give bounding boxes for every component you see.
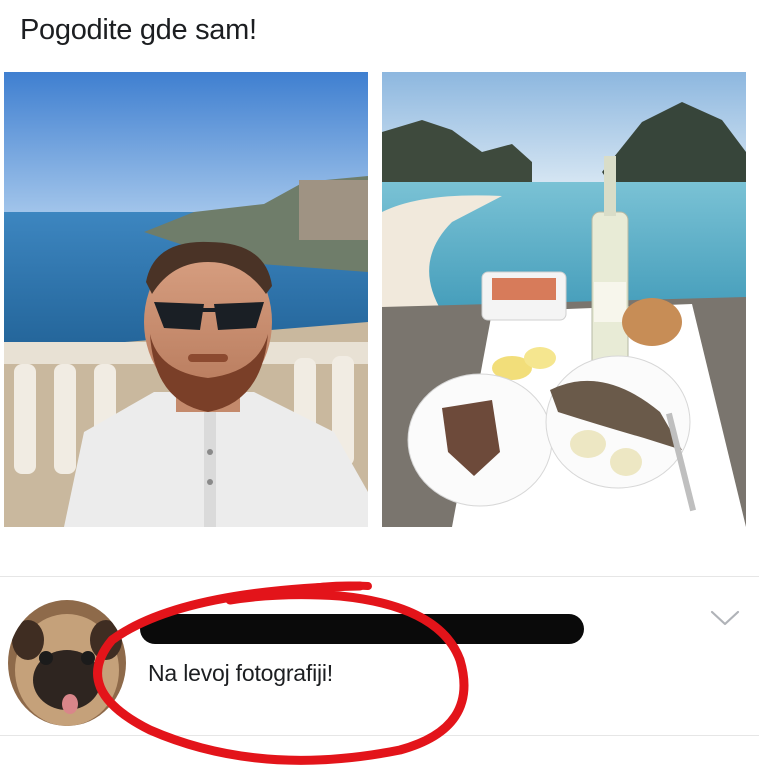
avatar[interactable] bbox=[8, 600, 126, 726]
photo-right[interactable] bbox=[382, 72, 746, 527]
post-text: Pogodite gde sam! bbox=[20, 14, 257, 46]
comment-text: Na levoj fotografiji! bbox=[148, 660, 333, 686]
bottom-divider bbox=[0, 735, 759, 736]
photo-left[interactable] bbox=[4, 72, 368, 527]
chevron-down-icon[interactable] bbox=[708, 606, 742, 630]
author-name-redaction bbox=[140, 614, 584, 644]
section-divider bbox=[0, 576, 759, 577]
